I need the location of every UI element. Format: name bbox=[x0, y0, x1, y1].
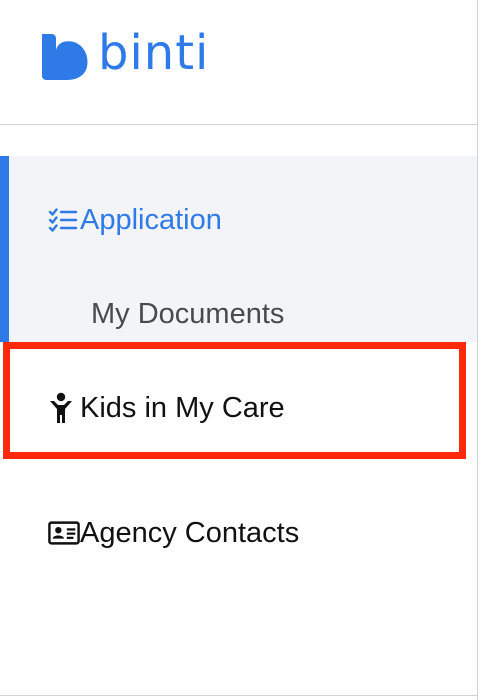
checklist-icon bbox=[48, 204, 80, 236]
highlight-box bbox=[3, 342, 466, 459]
contact-card-icon bbox=[48, 517, 80, 549]
brand-name: binti bbox=[98, 25, 210, 81]
sidebar-bottom-border bbox=[0, 695, 478, 696]
sidebar-item-label: Agency Contacts bbox=[80, 516, 300, 549]
sidebar-right-border bbox=[477, 0, 478, 700]
heart-logo-icon bbox=[42, 34, 88, 80]
sidebar-item-agency-contacts[interactable]: Agency Contacts bbox=[48, 513, 299, 553]
active-section-indicator bbox=[0, 156, 9, 342]
sidebar-item-application[interactable]: Application bbox=[48, 200, 222, 240]
brand-logo[interactable]: binti bbox=[40, 25, 210, 82]
sidebar-item-my-documents[interactable]: My Documents bbox=[91, 294, 284, 334]
sidebar-item-label: Application bbox=[80, 203, 222, 236]
sidebar-item-label: My Documents bbox=[91, 297, 285, 330]
header-divider bbox=[0, 124, 477, 125]
